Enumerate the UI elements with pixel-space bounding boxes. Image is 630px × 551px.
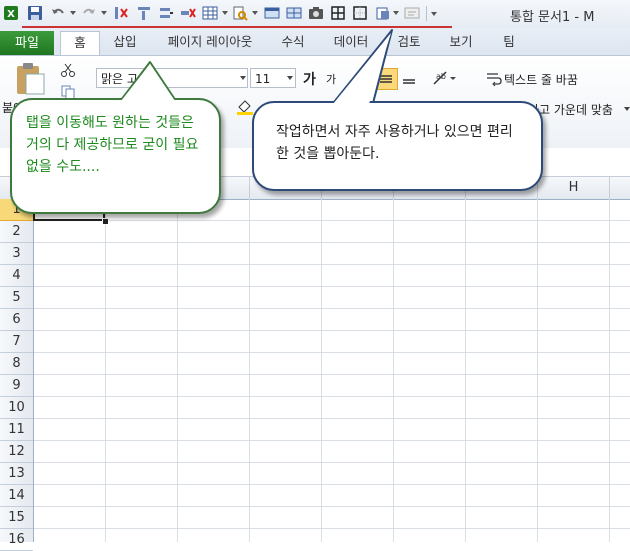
increase-font-button[interactable]: 가 (303, 69, 316, 89)
callout-right-text: 작업하면서 자주 사용하거나 있으면 편리한 것을 뽑아둔다. (276, 124, 513, 162)
outside-borders-icon[interactable] (352, 5, 368, 21)
tab-insert[interactable]: 삽입 (108, 31, 142, 55)
row-header[interactable]: 4 (0, 265, 33, 287)
align-middle-icon (380, 75, 392, 83)
column-header-h[interactable]: H (538, 177, 610, 199)
all-borders-icon[interactable] (330, 5, 346, 21)
insert-rows-icon[interactable] (158, 5, 174, 21)
row-header[interactable]: 6 (0, 309, 33, 331)
tab-view[interactable]: 보기 (441, 31, 481, 55)
svg-text:X: X (7, 9, 15, 20)
row-header[interactable]: 16 (0, 529, 33, 551)
form-icon[interactable] (404, 5, 420, 21)
fill-color-icon[interactable] (236, 99, 254, 115)
delete-cells-icon[interactable] (113, 5, 129, 21)
row-header[interactable]: 15 (0, 507, 33, 529)
freeze-panes-icon[interactable] (264, 5, 280, 21)
row-header-column: 1 2 3 4 5 6 7 8 9 10 11 12 13 14 15 16 (0, 199, 34, 551)
redo-dropdown-icon[interactable] (101, 11, 107, 15)
tab-team[interactable]: 팀 (494, 31, 524, 55)
row-header[interactable]: 14 (0, 485, 33, 507)
qat-separator (426, 6, 427, 21)
undo-icon[interactable] (50, 5, 66, 21)
text-orientation-icon[interactable]: ab (432, 70, 456, 86)
tab-data[interactable]: 데이터 (326, 31, 376, 55)
merge-center-dropdown-icon[interactable] (624, 107, 630, 111)
split-window-icon[interactable] (286, 5, 302, 21)
row-header[interactable]: 2 (0, 221, 33, 243)
print-preview-icon[interactable] (232, 5, 248, 21)
row-header[interactable]: 3 (0, 243, 33, 265)
tab-home[interactable]: 홈 (60, 31, 100, 56)
print-preview-dropdown-icon[interactable] (252, 11, 258, 15)
tab-file[interactable]: 파일 (0, 31, 54, 56)
column-header[interactable] (610, 177, 630, 199)
wrap-text-icon[interactable] (486, 71, 502, 87)
tab-review[interactable]: 검토 (389, 31, 429, 55)
callout-left: 탭을 이동해도 원하는 것들은 거의 다 제공하므로 굳이 필요없을 수도...… (10, 98, 221, 214)
font-name-select[interactable]: 맑은 고 (96, 68, 248, 88)
row-header[interactable]: 9 (0, 375, 33, 397)
undo-dropdown-icon[interactable] (70, 11, 76, 15)
tab-formulas[interactable]: 수식 (273, 31, 313, 55)
paste-options-dropdown-icon[interactable] (393, 11, 399, 15)
align-bottom-icon[interactable] (402, 72, 416, 86)
cell-grid[interactable] (34, 199, 630, 542)
tab-page-layout[interactable]: 페이지 레이아웃 (160, 31, 260, 55)
wrap-text-button[interactable]: 텍스트 줄 바꿈 (504, 71, 578, 88)
quick-access-toolbar: X 통합 문서1 - M (0, 0, 630, 29)
camera-icon[interactable] (308, 5, 324, 21)
redo-icon[interactable] (81, 5, 97, 21)
decrease-font-button[interactable]: 가 (326, 71, 336, 87)
excel-logo-icon[interactable]: X (3, 5, 19, 21)
row-header[interactable]: 11 (0, 419, 33, 441)
window-title: 통합 문서1 - M (510, 10, 595, 25)
row-header[interactable]: 12 (0, 441, 33, 463)
ribbon-tab-bar: 홈 삽입 페이지 레이아웃 수식 데이터 검토 보기 팀 (0, 28, 630, 56)
fill-handle[interactable] (102, 218, 109, 225)
font-name-dropdown-icon[interactable] (240, 76, 246, 80)
table-format-dropdown-icon[interactable] (222, 11, 228, 15)
cut-icon[interactable] (60, 62, 76, 78)
row-header[interactable]: 5 (0, 287, 33, 309)
customize-qat-icon[interactable] (431, 12, 437, 16)
callout-right: 작업하면서 자주 사용하거나 있으면 편리한 것을 뽑아둔다. (252, 101, 543, 191)
save-icon[interactable] (27, 5, 43, 21)
callout-left-text: 탭을 이동해도 원하는 것들은 거의 다 제공하므로 굳이 필요없을 수도...… (26, 115, 199, 175)
table-format-icon[interactable] (202, 5, 218, 21)
paste-options-icon[interactable] (375, 5, 391, 21)
paste-icon[interactable] (14, 62, 46, 96)
font-size-dropdown-icon[interactable] (287, 76, 293, 80)
row-header[interactable]: 8 (0, 353, 33, 375)
insert-cells-icon[interactable] (136, 5, 152, 21)
row-header[interactable]: 7 (0, 331, 33, 353)
align-middle-button[interactable] (374, 68, 398, 90)
align-top-icon[interactable] (358, 72, 372, 86)
row-header[interactable]: 10 (0, 397, 33, 419)
svg-text:ab: ab (436, 72, 446, 81)
delete-rows-icon[interactable] (180, 5, 196, 21)
row-header[interactable]: 13 (0, 463, 33, 485)
